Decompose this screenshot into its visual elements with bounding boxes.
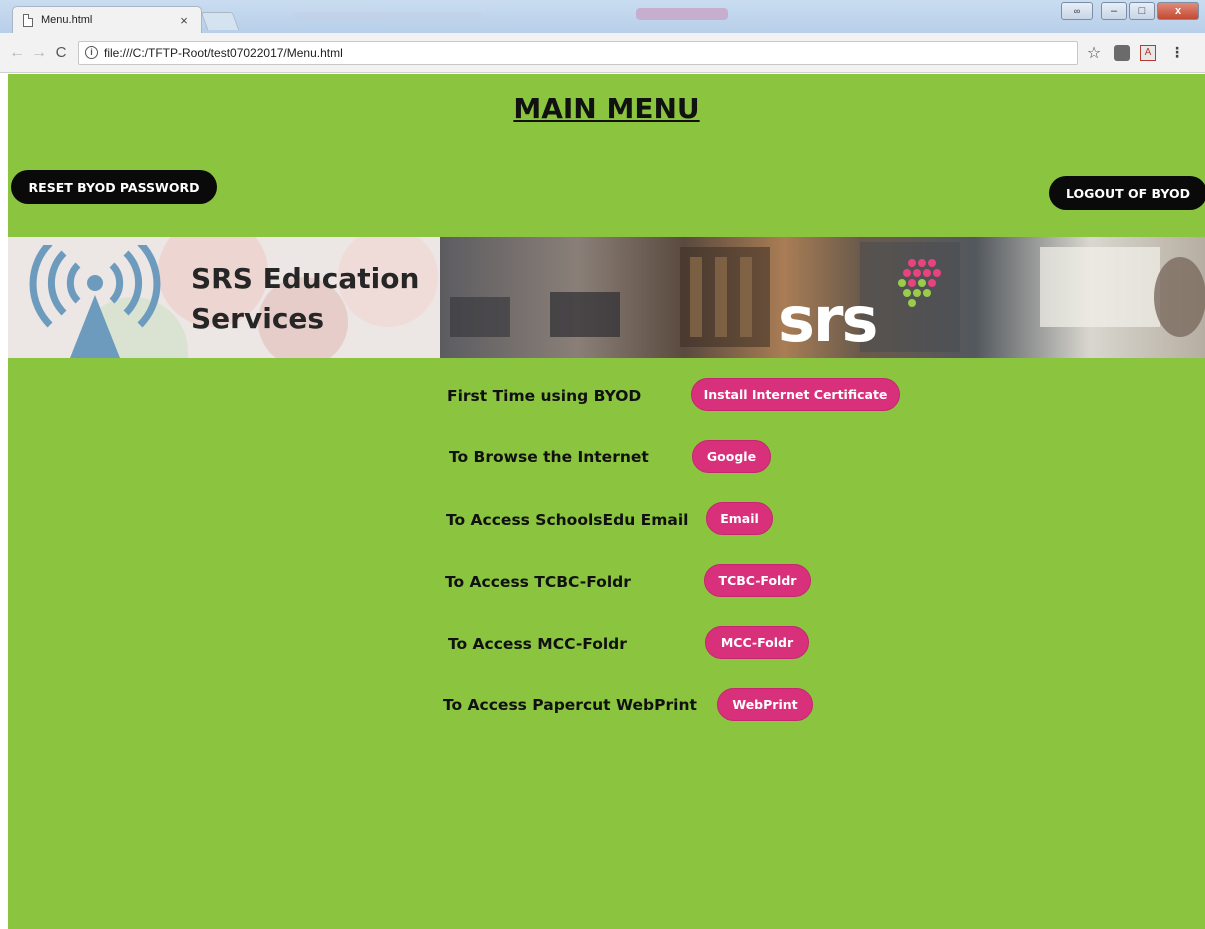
tab-close-icon[interactable]: ×: [177, 13, 191, 28]
window-controls: ∞ – □ x: [1061, 2, 1199, 20]
browser-menu-icon[interactable]: ⋮: [1170, 44, 1184, 61]
page-body: MAIN MENU RESET BYOD PASSWORD LOGOUT OF …: [8, 74, 1205, 929]
row-label-first-time: First Time using BYOD: [447, 387, 642, 405]
forward-arrow-icon[interactable]: →: [28, 44, 50, 62]
tcbc-foldr-button[interactable]: TCBC-Foldr: [704, 564, 811, 597]
menu-rows: First Time using BYOD Install Internet C…: [8, 74, 1205, 929]
address-bar[interactable]: i file:///C:/TFTP-Root/test07022017/Menu…: [78, 40, 1078, 65]
pdf-extension-icon[interactable]: A: [1140, 44, 1156, 61]
webprint-button[interactable]: WebPrint: [717, 688, 813, 721]
maximize-icon[interactable]: □: [1129, 2, 1155, 20]
user-profile-icon[interactable]: ∞: [1061, 2, 1093, 20]
email-button[interactable]: Email: [706, 502, 773, 535]
tab-title: Menu.html: [41, 14, 93, 26]
new-tab-button[interactable]: [200, 12, 240, 30]
extension-icon[interactable]: [1114, 44, 1130, 61]
minimize-icon[interactable]: –: [1101, 2, 1127, 20]
row-label-browse: To Browse the Internet: [449, 448, 649, 466]
row-label-email: To Access SchoolsEdu Email: [446, 511, 689, 529]
tab-menu-html[interactable]: Menu.html ×: [12, 6, 202, 33]
window-close-icon[interactable]: x: [1157, 2, 1199, 20]
blurred-badge: [636, 8, 728, 20]
reload-icon[interactable]: C: [50, 44, 72, 61]
browser-titlebar: Menu.html × ∞ – □ x: [0, 0, 1205, 33]
install-certificate-button[interactable]: Install Internet Certificate: [691, 378, 900, 411]
mcc-foldr-button[interactable]: MCC-Foldr: [705, 626, 809, 659]
blurred-window-title: [292, 12, 482, 20]
url-text[interactable]: file:///C:/TFTP-Root/test07022017/Menu.h…: [104, 46, 343, 60]
bookmark-star-icon[interactable]: ☆: [1084, 43, 1104, 63]
info-icon[interactable]: i: [85, 46, 98, 59]
row-label-mcc: To Access MCC-Foldr: [448, 635, 627, 653]
back-arrow-icon[interactable]: ←: [6, 44, 28, 62]
google-button[interactable]: Google: [692, 440, 771, 473]
document-icon: [23, 13, 33, 27]
browser-toolbar: ← → C i file:///C:/TFTP-Root/test0702201…: [0, 33, 1205, 73]
row-label-tcbc: To Access TCBC-Foldr: [445, 573, 631, 591]
row-label-webprint: To Access Papercut WebPrint: [443, 696, 697, 714]
